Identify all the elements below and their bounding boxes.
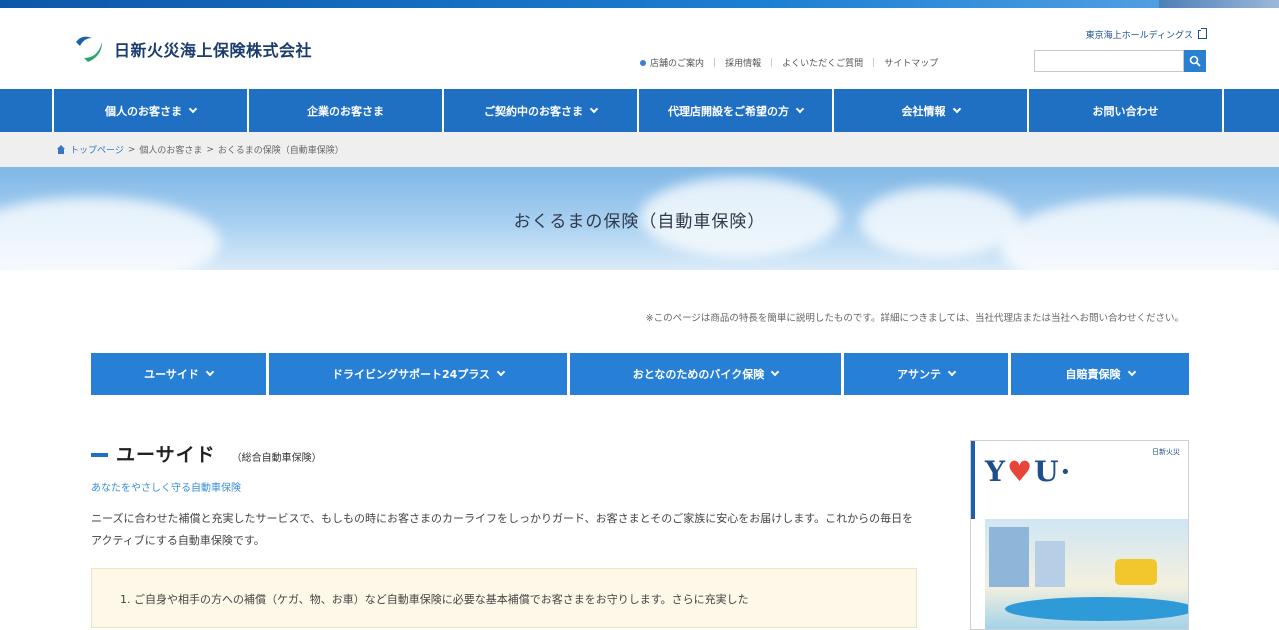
breadcrumb-current: おくるまの保険（自動車保険） xyxy=(217,146,344,156)
gnav-label: ご契約中のお客さま xyxy=(484,104,583,118)
brochure-corner-text: 日新火災 xyxy=(1152,448,1180,456)
section-subtitle: （総合自動車保険） xyxy=(231,453,322,464)
tab-label: ユーサイド xyxy=(144,368,199,381)
company-name: 日新火災海上保険株式会社 xyxy=(114,41,313,60)
external-link-icon xyxy=(1198,28,1207,39)
utility-nav: 店舗のご案内 | 採用情報 | よくいただくご質問 | サイトマップ xyxy=(640,56,938,69)
holdings-link[interactable]: 東京海上ホールディングス xyxy=(1086,28,1207,41)
callout-text: 1. ご自身や相手の方への補償（ケガ、物、お車）など自動車保険に必要な基本補償で… xyxy=(120,593,749,606)
page-title: おくるまの保険（自動車保険） xyxy=(513,212,766,232)
product-tabs: ユーサイド ドライビングサポート24プラス おとなのためのバイク保険 アサンテ … xyxy=(91,353,1189,395)
breadcrumb-separator: > xyxy=(127,144,136,155)
product-section: ユーサイド （総合自動車保険） あなたをやさしく守る自動車保険 ニーズに合わせた… xyxy=(91,440,917,552)
brochure-title: Y♥U· xyxy=(985,455,1180,488)
brochure-image[interactable]: Y♥U· 日新火災 xyxy=(970,440,1189,630)
top-accent-strip xyxy=(0,0,1279,8)
tab-label: おとなのためのバイク保険 xyxy=(632,368,765,381)
site-logo[interactable]: 日新火災海上保険株式会社 xyxy=(72,34,312,64)
chevron-down-icon xyxy=(589,104,599,113)
logo-mark-icon xyxy=(72,34,106,64)
home-icon xyxy=(56,145,66,154)
holdings-label: 東京海上ホールディングス xyxy=(1085,31,1193,41)
global-nav: 個人のお客さま 企業のお客さま ご契約中のお客さま 代理店開設をご希望の方 会社… xyxy=(0,89,1279,132)
breadcrumb-separator: > xyxy=(206,144,214,155)
chevron-down-icon xyxy=(947,367,957,377)
section-tagline: あなたをやさしく守る自動車保険 xyxy=(91,483,241,494)
gnav-corporate[interactable]: 企業のお客さま xyxy=(249,89,444,132)
search-input[interactable] xyxy=(1034,50,1184,72)
hero-banner: おくるまの保険（自動車保険） xyxy=(0,167,1279,270)
chevron-down-icon xyxy=(205,367,215,377)
bus-shape xyxy=(1115,559,1157,585)
feature-callout: 1. ご自身や相手の方への補償（ケガ、物、お車）など自動車保険に必要な基本補償で… xyxy=(91,568,917,628)
brochure-cover-top: Y♥U· 日新火災 xyxy=(971,441,1188,519)
chevron-down-icon xyxy=(770,367,780,377)
road-shape xyxy=(1005,597,1188,621)
global-nav-edge xyxy=(0,89,54,132)
breadcrumb: トップページ > 個人のお客さま > おくるまの保険（自動車保険） xyxy=(0,132,1279,167)
chevron-down-icon xyxy=(952,104,961,113)
tab-driving-support[interactable]: ドライビングサポート24プラス xyxy=(269,353,567,395)
site-header: 日新火災海上保険株式会社 東京海上ホールディングス 店舗のご案内 | 採用情報 … xyxy=(0,8,1279,88)
top-strip-corner xyxy=(1159,0,1279,8)
tab-bike-insurance[interactable]: おとなのためのバイク保険 xyxy=(570,353,841,395)
heading-bar xyxy=(91,453,108,457)
brochure-illustration xyxy=(985,519,1188,629)
search-icon xyxy=(1189,55,1201,67)
tab-label: ドライビングサポート24プラス xyxy=(331,368,491,381)
tab-label: 自賠責保険 xyxy=(1065,368,1121,381)
breadcrumb-home[interactable]: トップページ xyxy=(70,143,124,156)
section-title: ユーサイド xyxy=(116,444,216,466)
brochure-title-y: Y xyxy=(985,455,1007,488)
chevron-down-icon xyxy=(1127,367,1136,377)
tab-uside[interactable]: ユーサイド xyxy=(91,353,266,395)
gnav-label: 会社情報 xyxy=(901,104,946,118)
breadcrumb-individual[interactable]: 個人のお客さま xyxy=(139,143,202,156)
gnav-individual[interactable]: 個人のお客さま xyxy=(54,89,249,132)
util-separator: | xyxy=(872,57,876,68)
location-icon xyxy=(640,59,646,66)
chevron-down-icon xyxy=(496,367,506,377)
util-link-sitemap[interactable]: サイトマップ xyxy=(884,56,938,69)
util-link-recruit[interactable]: 採用情報 xyxy=(725,56,761,69)
section-description: ニーズに合わせた補償と充実したサービスで、もしもの時にお客さまのカーライフをしっ… xyxy=(91,512,914,547)
search-button[interactable] xyxy=(1184,50,1206,72)
gnav-label: お問い合わせ xyxy=(1092,104,1159,118)
util-link-stores[interactable]: 店舗のご案内 xyxy=(650,56,704,69)
gnav-company[interactable]: 会社情報 xyxy=(834,89,1029,132)
chevron-down-icon xyxy=(795,104,805,113)
brochure-title-u: U· xyxy=(1034,455,1073,488)
gnav-contact[interactable]: お問い合わせ xyxy=(1029,89,1224,132)
building-shape xyxy=(989,527,1029,587)
section-heading: ユーサイド （総合自動車保険） xyxy=(91,440,917,467)
gnav-contracted[interactable]: ご契約中のお客さま xyxy=(444,89,639,132)
page-notice: ※このページは商品の特長を簡単に説明したものです。詳細につきましては、当社代理店… xyxy=(645,313,1184,324)
tab-asante[interactable]: アサンテ xyxy=(844,353,1008,395)
util-link-faq[interactable]: よくいただくご質問 xyxy=(782,56,863,69)
gnav-label: 個人のお客さま xyxy=(105,104,182,118)
util-separator: | xyxy=(713,57,717,68)
heart-icon: ♥ xyxy=(1007,455,1035,488)
building-shape xyxy=(1035,541,1065,587)
tab-label: アサンテ xyxy=(897,368,941,381)
chevron-down-icon xyxy=(188,104,198,113)
gnav-label: 代理店開設をご希望の方 xyxy=(668,104,789,118)
tab-jibaiseki[interactable]: 自賠責保険 xyxy=(1011,353,1189,395)
util-separator: | xyxy=(770,57,774,68)
site-search xyxy=(1034,50,1206,72)
gnav-label: 企業のお客さま xyxy=(307,104,384,118)
global-nav-edge xyxy=(1224,89,1279,132)
gnav-agency[interactable]: 代理店開設をご希望の方 xyxy=(639,89,834,132)
